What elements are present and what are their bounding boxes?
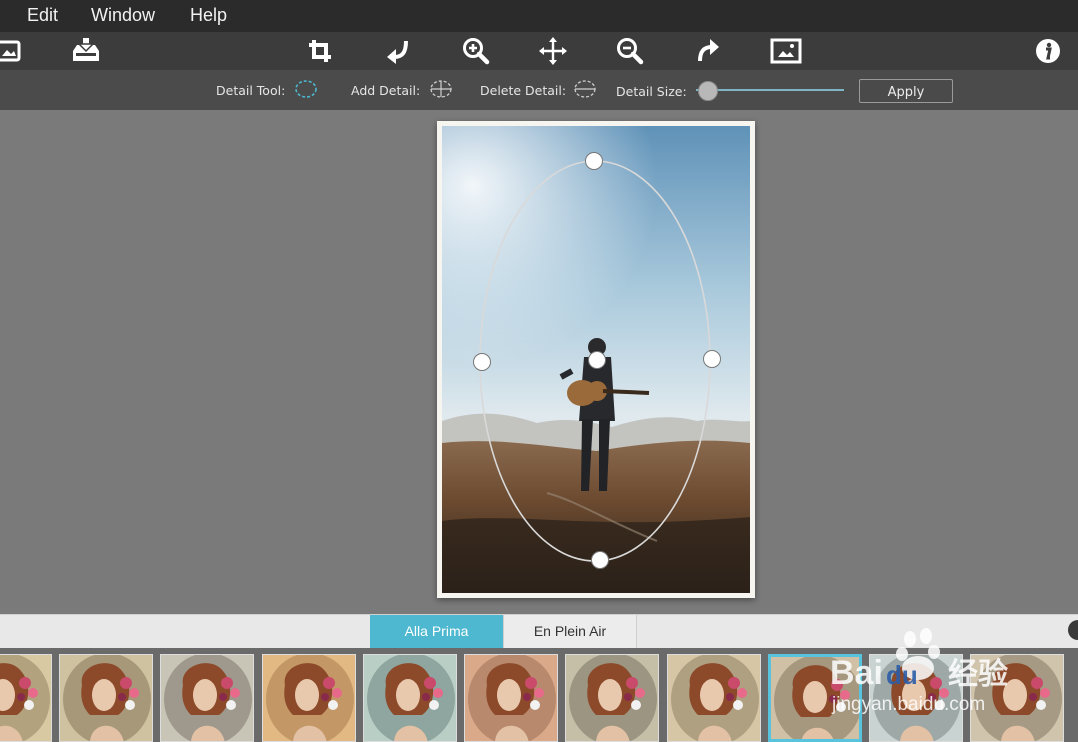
ellipse-handle-left[interactable] <box>473 353 491 371</box>
ellipse-handle-right[interactable] <box>703 350 721 368</box>
pan-icon[interactable] <box>535 34 571 68</box>
preset-tab-bar: Alla Prima En Plein Air <box>0 614 1078 649</box>
preset-thumbnail[interactable] <box>363 654 457 742</box>
tab-alla-prima[interactable]: Alla Prima <box>370 615 503 648</box>
crop-icon[interactable] <box>302 34 338 68</box>
detail-size-slider-knob[interactable] <box>697 81 718 101</box>
preset-thumbnail[interactable] <box>59 654 153 742</box>
preset-thumbnail[interactable] <box>667 654 761 742</box>
save-icon[interactable] <box>68 34 104 68</box>
tab-en-plein-air[interactable]: En Plein Air <box>503 615 637 648</box>
delete-detail-label: Delete Detail: <box>480 83 567 98</box>
ellipse-handle-center[interactable] <box>588 351 606 369</box>
add-detail-icon[interactable] <box>428 79 452 99</box>
menu-edit[interactable]: Edit <box>27 0 58 32</box>
detail-tool-icon[interactable] <box>294 79 318 99</box>
preset-thumbnail[interactable] <box>464 654 558 742</box>
preset-strip <box>0 648 1078 742</box>
menu-help[interactable]: Help <box>190 0 227 32</box>
detail-size-slider-track[interactable] <box>696 89 844 91</box>
zoom-out-icon[interactable] <box>612 34 648 68</box>
menu-bar: Edit Window Help <box>0 0 1078 32</box>
ellipse-handle-top[interactable] <box>585 152 603 170</box>
rotate-right-icon[interactable] <box>690 34 726 68</box>
fit-image-icon[interactable] <box>768 34 804 68</box>
open-image-icon[interactable] <box>0 34 26 68</box>
apply-button[interactable]: Apply <box>859 79 953 103</box>
preset-thumbnail[interactable] <box>565 654 659 742</box>
preset-thumbnail[interactable] <box>0 654 52 742</box>
delete-detail-icon[interactable] <box>572 79 596 99</box>
preset-thumbnail[interactable] <box>970 654 1064 742</box>
preset-thumbnail[interactable] <box>262 654 356 742</box>
preset-thumbnail[interactable] <box>160 654 254 742</box>
ellipse-handle-bottom[interactable] <box>591 551 609 569</box>
add-detail-label: Add Detail: <box>351 83 421 98</box>
preset-thumbnail[interactable] <box>869 654 963 742</box>
detail-size-label: Detail Size: <box>616 84 687 99</box>
detail-tool-label: Detail Tool: <box>216 83 286 98</box>
toolbar <box>0 32 1078 70</box>
menu-window[interactable]: Window <box>91 0 155 32</box>
zoom-in-icon[interactable] <box>458 34 494 68</box>
rotate-left-icon[interactable] <box>380 34 416 68</box>
info-icon[interactable] <box>1030 34 1066 68</box>
preset-thumbnail[interactable] <box>768 654 862 742</box>
